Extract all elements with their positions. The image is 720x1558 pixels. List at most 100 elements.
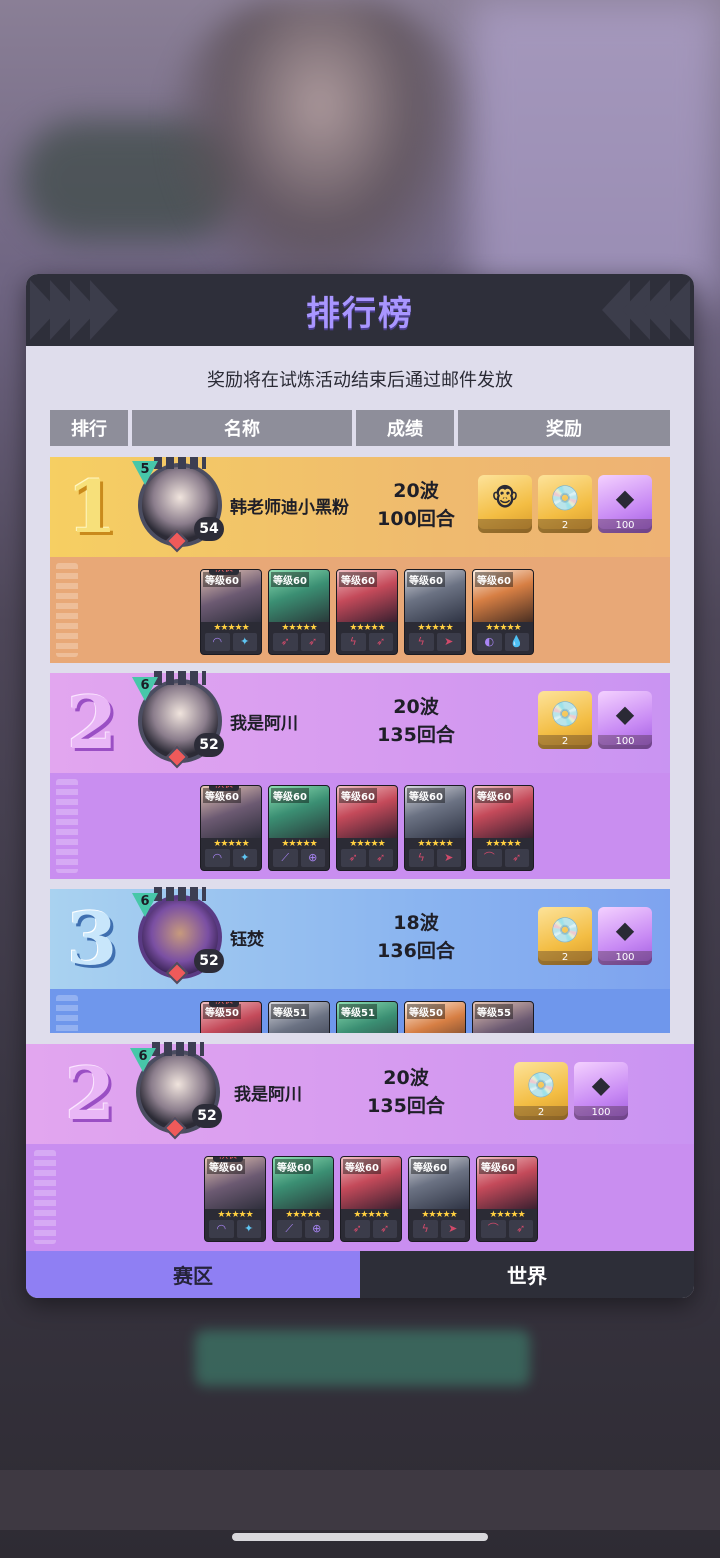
hero-card[interactable]: 等级50 (404, 1001, 466, 1033)
tab-region[interactable]: 赛区 (26, 1251, 360, 1298)
hero-card[interactable]: 等级60 ★★★★★ ϟ ➤ (404, 785, 466, 871)
hero-card[interactable]: 等级60 ★★★★★ ϟ ➤ (408, 1156, 470, 1242)
column-header-reward: 奖励 (458, 410, 670, 446)
hero-card[interactable]: 队长 等级60 ★★★★★ ◠ ✦ (200, 785, 262, 871)
tab-world[interactable]: 世界 (360, 1251, 694, 1298)
player-level: 52 (194, 949, 224, 973)
reward-count: 2 (538, 951, 592, 965)
hero-level: 等级60 (271, 572, 309, 587)
rank-number: 2 (64, 1051, 116, 1136)
leaderboard-tabs: 赛区 世界 (26, 1251, 694, 1298)
reward-item[interactable]: ◆ 100 (598, 907, 652, 965)
hero-skills: ϟ ➤ (409, 633, 461, 651)
skill-icon: ➤ (440, 1220, 465, 1238)
score-waves: 20波 (393, 480, 439, 502)
entry-team: 队长 等级60 ★★★★★ ◠ ✦ 等级60 ★★★★★ ➶ ➶ 等级60 ★★… (50, 557, 670, 663)
reward-item[interactable]: 💿 2 (538, 691, 592, 749)
reward-count (478, 519, 532, 533)
hero-level: 等级60 (407, 572, 445, 587)
rank-number: 1 (66, 464, 118, 549)
hero-skills: ⌒ ➶ (481, 1220, 533, 1238)
hero-card[interactable]: 队长 等级60 ★★★★★ ◠ ✦ (200, 569, 262, 655)
entry-summary[interactable]: 1 5 54 韩老师迪小黑粉 20波 100回合 🐵 💿 2 ◆ 100 (50, 457, 670, 557)
hero-card[interactable]: 等级60 ★★★★★ ϟ ➤ (404, 569, 466, 655)
star-rating-icon: ★★★★★ (489, 1210, 525, 1220)
skill-icon: ✦ (232, 633, 257, 651)
reward-count: 100 (574, 1106, 628, 1120)
skill-icon: ➤ (436, 849, 461, 867)
hero-card[interactable]: 等级60 ★★★★★ ➶ ➶ (268, 569, 330, 655)
hero-card[interactable]: 等级60 ★★★★★ ⌒ ➶ (472, 785, 534, 871)
skill-icon: ◠ (205, 633, 230, 651)
star-rating-icon: ★★★★★ (417, 623, 453, 633)
star-rating-icon: ★★★★★ (353, 1210, 389, 1220)
leaderboard-entry[interactable]: 2 6 52 我是阿川 20波 135回合 💿 2 ◆ 100 队长 等级60 … (50, 671, 670, 879)
captain-tag: 队长 (209, 570, 240, 575)
avatar-level: 6 (138, 1049, 148, 1064)
hero-card[interactable]: 队长 等级60 ★★★★★ ◠ ✦ (204, 1156, 266, 1242)
skill-icon: ϟ (413, 1220, 438, 1238)
leaderboard-entry[interactable]: 1 5 54 韩老师迪小黑粉 20波 100回合 🐵 💿 2 ◆ 100 队长 … (50, 457, 670, 663)
purple-crystal-icon: ◆ (591, 1071, 611, 1099)
hero-card[interactable]: 等级55 (472, 1001, 534, 1033)
my-ranking-entry[interactable]: 2 6 52 我是阿川 20波 135回合 💿 2 ◆ 100 队长 等级60 … (26, 1042, 694, 1251)
reward-item[interactable]: 💿 2 (514, 1062, 568, 1120)
purple-crystal-icon: ◆ (615, 700, 635, 728)
hero-card[interactable]: 等级60 ★★★★★ ➶ ➶ (340, 1156, 402, 1242)
score-waves: 20波 (383, 1067, 429, 1089)
background-character-blur (170, 0, 470, 300)
skill-icon: ⟋ (277, 1220, 302, 1238)
score: 18波 136回合 (366, 909, 466, 965)
skill-icon: ➶ (504, 849, 529, 867)
hero-card[interactable]: 等级60 ★★★★★ ⌒ ➶ (476, 1156, 538, 1242)
hero-card[interactable]: 等级60 ★★★★★ ϟ ➶ (336, 569, 398, 655)
skill-icon: 💧 (504, 633, 529, 651)
entry-team: 队长 等级60 ★★★★★ ◠ ✦ 等级60 ★★★★★ ⟋ ⊕ 等级60 ★★… (50, 773, 670, 879)
reward-count: 2 (514, 1106, 568, 1120)
hero-level: 等级51 (339, 1004, 377, 1019)
skill-icon: ⊕ (300, 849, 325, 867)
hero-skills: ◠ ✦ (209, 1220, 261, 1238)
record-disc-icon: 💿 (550, 916, 580, 944)
skill-icon: ⊕ (304, 1220, 329, 1238)
entry-summary[interactable]: 2 6 52 我是阿川 20波 135回合 💿 2 ◆ 100 (50, 671, 670, 773)
reward-list: 💿 2 ◆ 100 (538, 907, 652, 965)
score-rounds: 135回合 (377, 724, 455, 746)
rank-number: 2 (66, 680, 118, 765)
player-name: 钰焚 (230, 930, 264, 950)
leaderboard-list[interactable]: 1 5 54 韩老师迪小黑粉 20波 100回合 🐵 💿 2 ◆ 100 队长 … (50, 457, 670, 1033)
star-rating-icon: ★★★★★ (281, 839, 317, 849)
hero-card[interactable]: 等级60 ★★★★★ ◐ 💧 (472, 569, 534, 655)
reward-item[interactable]: 💿 2 (538, 907, 592, 965)
hero-lineup: 队长 等级50 等级51 等级51 等级50 等级55 (200, 1001, 534, 1033)
reward-item[interactable]: 🐵 (478, 475, 532, 533)
star-rating-icon: ★★★★★ (281, 623, 317, 633)
purple-crystal-icon: ◆ (615, 916, 635, 944)
entry-summary[interactable]: 3 6 52 钰焚 18波 136回合 💿 2 ◆ 100 (50, 887, 670, 989)
home-indicator[interactable] (232, 1533, 488, 1541)
skill-icon: ➶ (341, 849, 366, 867)
team-strip-decoration (56, 779, 78, 873)
hero-card[interactable]: 等级60 ★★★★★ ⟋ ⊕ (268, 785, 330, 871)
reward-item[interactable]: ◆ 100 (598, 475, 652, 533)
reward-item[interactable]: ◆ 100 (574, 1062, 628, 1120)
reward-list: 🐵 💿 2 ◆ 100 (478, 475, 652, 533)
avatar-level: 6 (140, 678, 150, 693)
reward-item[interactable]: 💿 2 (538, 475, 592, 533)
hero-card[interactable]: 等级51 (268, 1001, 330, 1033)
my-entry-summary[interactable]: 2 6 52 我是阿川 20波 135回合 💿 2 ◆ 100 (26, 1042, 694, 1144)
column-header-score: 成绩 (356, 410, 454, 446)
hero-card[interactable]: 等级60 ★★★★★ ⟋ ⊕ (272, 1156, 334, 1242)
hero-lineup: 队长 等级60 ★★★★★ ◠ ✦ 等级60 ★★★★★ ➶ ➶ 等级60 ★★… (200, 569, 534, 655)
leaderboard-entry[interactable]: 3 6 52 钰焚 18波 136回合 💿 2 ◆ 100 队长 等级50 等级… (50, 887, 670, 1033)
skill-icon: ⌒ (481, 1220, 506, 1238)
hero-card[interactable]: 等级60 ★★★★★ ➶ ➶ (336, 785, 398, 871)
reward-notice: 奖励将在试炼活动结束后通过邮件发放 (207, 370, 513, 391)
hero-card[interactable]: 等级51 (336, 1001, 398, 1033)
star-rating-icon: ★★★★★ (285, 1210, 321, 1220)
hero-level: 等级50 (407, 1004, 445, 1019)
hero-card[interactable]: 队长 等级50 (200, 1001, 262, 1033)
reward-item[interactable]: ◆ 100 (598, 691, 652, 749)
hero-level: 等级60 (475, 572, 513, 587)
score-rounds: 136回合 (377, 940, 455, 962)
